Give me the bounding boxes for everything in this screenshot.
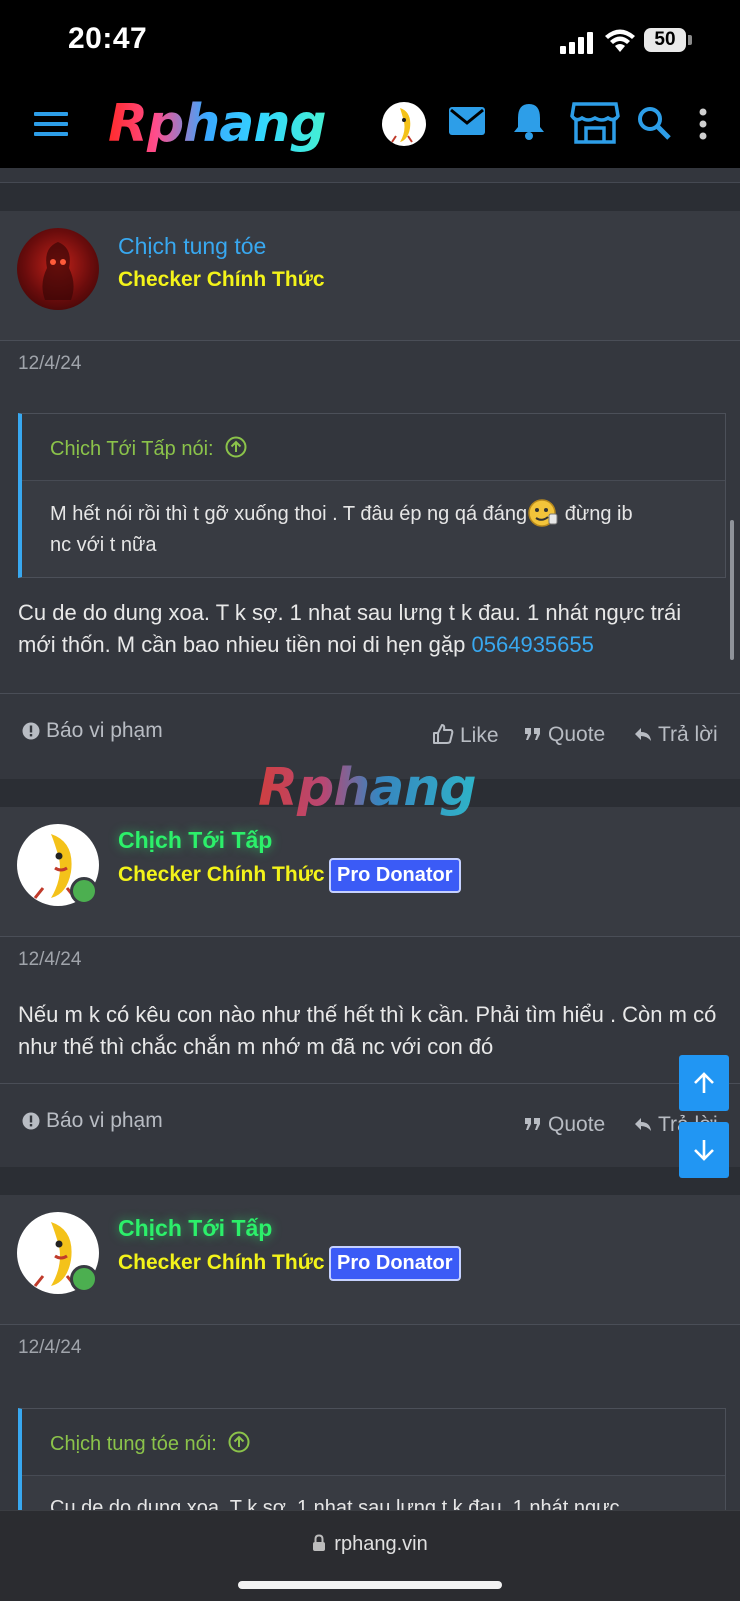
quote-button[interactable]: Quote	[524, 1113, 605, 1137]
post-header: Chịch Tới Tấp Checker Chính Thức Pro Don…	[0, 807, 740, 937]
post-date[interactable]: 12/4/24	[18, 1337, 81, 1359]
site-logo[interactable]: Rphang	[108, 94, 327, 154]
post-message: Nếu m k có kêu con nào như thế hết thì k…	[18, 1002, 717, 1059]
quote-author[interactable]: Chịch tung tóe nói:	[50, 1431, 250, 1456]
reply-label: Trả lời	[658, 723, 718, 746]
quote-text-part: đừng ib	[559, 503, 633, 525]
quote-divider	[22, 1475, 725, 1476]
mail-icon[interactable]	[448, 106, 486, 136]
arrow-up-circle-icon[interactable]	[228, 1431, 250, 1453]
online-status-indicator	[70, 1265, 98, 1293]
report-label: Báo vi phạm	[46, 1109, 163, 1132]
wifi-icon	[605, 29, 635, 52]
report-button[interactable]: Báo vi phạm	[22, 719, 163, 743]
teasing-emoji-icon	[528, 499, 558, 527]
like-label: Like	[460, 724, 499, 747]
battery-tip	[688, 35, 692, 45]
user-avatar[interactable]	[382, 102, 426, 146]
post-message: Cu de do dung xoa. T k sợ. 1 nhat sau lư…	[18, 597, 722, 661]
quote-icon	[525, 728, 540, 740]
demon-avatar-icon	[42, 242, 74, 300]
author-name[interactable]: Chịch tung tóe	[118, 233, 266, 260]
quote-divider	[22, 480, 725, 481]
status-bar: 20:47 50	[0, 0, 740, 84]
page-scrollbar[interactable]	[730, 520, 734, 660]
quote-label: Quote	[548, 1113, 606, 1136]
post-header: Chịch Tới Tấp Checker Chính Thức Pro Don…	[0, 1195, 740, 1325]
previous-post-edge	[0, 168, 740, 183]
online-status-indicator	[70, 877, 98, 905]
scroll-bottom-button[interactable]	[679, 1122, 729, 1178]
alert-circle-icon	[22, 1112, 40, 1130]
quote-label: Quote	[548, 723, 606, 746]
report-button[interactable]: Báo vi phạm	[22, 1109, 163, 1133]
banana-avatar-icon	[391, 108, 413, 143]
author-avatar[interactable]	[17, 228, 99, 310]
author-role: Checker Chính Thức	[118, 863, 325, 886]
arrow-up-icon	[694, 1072, 714, 1093]
status-time: 20:47	[68, 22, 148, 55]
quote-icon	[525, 1118, 540, 1130]
top-nav: Rphang	[0, 84, 740, 168]
address-bar[interactable]: rphang.vin	[0, 1533, 740, 1556]
home-indicator[interactable]	[238, 1581, 502, 1589]
post-separator	[0, 183, 740, 211]
thumbs-up-icon	[433, 724, 454, 744]
quote-button[interactable]: Quote	[524, 723, 605, 747]
arrow-down-icon	[694, 1140, 714, 1161]
post: Chịch tung tóe Checker Chính Thức 12/4/2…	[0, 211, 740, 779]
post-separator	[0, 1167, 740, 1195]
battery-icon: 50	[644, 28, 686, 52]
reply-button[interactable]: Trả lời	[634, 723, 718, 747]
more-vertical-icon[interactable]	[698, 108, 708, 140]
donator-badge: Pro Donator	[329, 1246, 461, 1281]
post: Chịch Tới Tấp Checker Chính Thức Pro Don…	[0, 1195, 740, 1550]
post-actions: Báo vi phạm Quote Trả lời	[0, 1083, 740, 1168]
quote-author-text: Chịch tung tóe nói:	[50, 1433, 217, 1455]
author-role: Checker Chính Thức	[118, 268, 325, 291]
scroll-top-button[interactable]	[679, 1055, 729, 1111]
menu-icon[interactable]	[34, 110, 70, 138]
alert-circle-icon	[22, 722, 40, 740]
store-icon[interactable]	[570, 100, 620, 144]
author-name[interactable]: Chịch Tới Tấp	[118, 1215, 272, 1242]
site-watermark: Rphang	[258, 758, 477, 818]
quote-block: Chịch Tới Tấp nói: M hết nói rồi thì t g…	[18, 413, 726, 578]
search-icon[interactable]	[637, 106, 671, 140]
like-button[interactable]: Like	[432, 723, 499, 748]
quote-text-part: nc với t nữa	[50, 534, 157, 556]
quote-text-part: M hết nói rồi thì t gỡ xuống thoi . T đâ…	[50, 503, 528, 525]
donator-badge: Pro Donator	[329, 858, 461, 893]
author-role: Checker Chính Thức	[118, 1251, 325, 1274]
cellular-signal-icon	[560, 32, 593, 54]
bell-icon[interactable]	[512, 102, 546, 140]
quote-text: M hết nói rồi thì t gỡ xuống thoi . T đâ…	[50, 498, 700, 561]
report-label: Báo vi phạm	[46, 719, 163, 742]
post-header: Chịch tung tóe Checker Chính Thức	[0, 211, 740, 341]
quote-author-text: Chịch Tới Tấp nói:	[50, 438, 214, 460]
reply-icon	[635, 1118, 651, 1131]
reply-icon	[635, 728, 651, 741]
post-date[interactable]: 12/4/24	[18, 353, 81, 375]
quote-author[interactable]: Chịch Tới Tấp nói:	[50, 436, 247, 461]
lock-icon	[313, 1534, 326, 1551]
post: Chịch Tới Tấp Checker Chính Thức Pro Don…	[0, 807, 740, 1167]
arrow-up-circle-icon[interactable]	[225, 436, 247, 458]
post-date[interactable]: 12/4/24	[18, 949, 81, 971]
url-text: rphang.vin	[334, 1533, 428, 1555]
browser-bottom-bar: rphang.vin	[0, 1510, 740, 1601]
phone-link[interactable]: 0564935655	[472, 632, 594, 657]
author-name[interactable]: Chịch Tới Tấp	[118, 827, 272, 854]
